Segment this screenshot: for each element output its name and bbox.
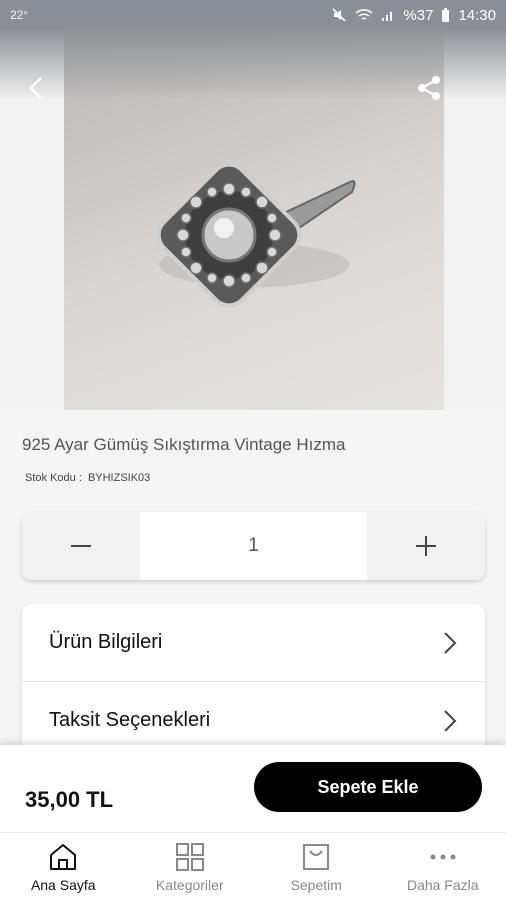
back-arrow-icon[interactable] xyxy=(22,74,50,102)
sku-value: BYHIZSIK03 xyxy=(87,472,151,484)
product-price: 35,00 TL xyxy=(25,787,114,812)
plus-icon xyxy=(416,536,436,556)
nav-label-categories: Kategoriler xyxy=(155,877,224,893)
bag-icon xyxy=(303,844,330,870)
battery-text: %37 xyxy=(403,6,434,24)
product-title: 925 Ayar Gümüş Sıkıştırma Vintage Hızma xyxy=(22,435,346,454)
decrease-quantity-button[interactable] xyxy=(22,512,140,580)
bottom-navigation: Ana Sayfa Kategoriler Sepetim Daha Fazla xyxy=(0,832,506,900)
temperature-text: 22° xyxy=(10,8,29,22)
home-icon xyxy=(50,844,77,870)
nav-item-cart[interactable]: Sepetim xyxy=(253,833,380,900)
signal-icon xyxy=(382,12,393,21)
wifi-icon xyxy=(355,9,373,20)
nav-label-home: Ana Sayfa xyxy=(30,877,96,893)
product-details-label: Ürün Bilgileri xyxy=(49,631,163,653)
status-bar: 22° %37 14:30 xyxy=(0,0,506,30)
minus-icon xyxy=(71,545,91,547)
nav-item-more[interactable]: Daha Fazla xyxy=(380,833,506,900)
share-icon[interactable] xyxy=(416,74,442,102)
nav-item-home[interactable]: Ana Sayfa xyxy=(0,833,127,900)
product-info-list: Ürün Bilgileri Taksit Seçenekleri xyxy=(22,604,485,764)
chevron-right-icon xyxy=(444,631,457,654)
nav-label-cart: Sepetim xyxy=(290,877,342,893)
sku-label: Stok Kodu : xyxy=(25,472,82,484)
battery-icon xyxy=(442,7,450,22)
increase-quantity-button[interactable] xyxy=(367,512,485,580)
grid-icon xyxy=(175,843,204,871)
installment-options-label: Taksit Seçenekleri xyxy=(49,709,211,731)
mute-icon xyxy=(332,8,346,22)
product-image-area xyxy=(0,30,506,410)
add-to-cart-button[interactable]: Sepete Ekle xyxy=(254,762,482,812)
nav-label-more: Daha Fazla xyxy=(406,877,479,893)
chevron-right-icon xyxy=(444,709,457,732)
product-details-row[interactable]: Ürün Bilgileri xyxy=(22,604,485,682)
sku-line: Stok Kodu : BYHIZSIK03 xyxy=(22,472,150,484)
clock-text: 14:30 xyxy=(458,6,496,24)
purchase-bar: 35,00 TL Sepete Ekle xyxy=(0,745,506,832)
nav-item-categories[interactable]: Kategoriler xyxy=(127,833,254,900)
more-icon xyxy=(430,854,456,860)
quantity-stepper: 1 xyxy=(22,512,485,580)
quantity-value[interactable]: 1 xyxy=(140,512,367,580)
